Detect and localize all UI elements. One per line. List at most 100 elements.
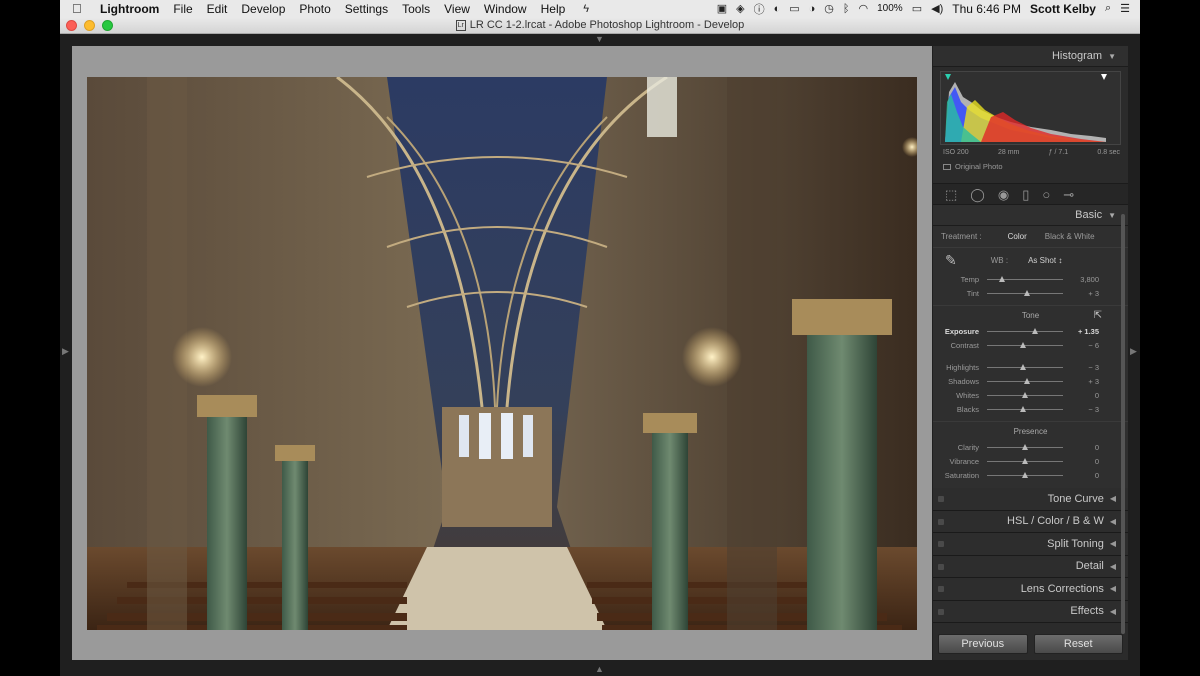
tone-curve-toggle-switch[interactable] bbox=[938, 496, 944, 502]
clock[interactable]: Thu 6:46 PM bbox=[952, 2, 1021, 16]
menu-develop[interactable]: Develop bbox=[241, 2, 285, 16]
crop-tool-icon[interactable]: ⬚ bbox=[945, 188, 957, 201]
graduated-filter-icon[interactable]: ▯ bbox=[1022, 188, 1029, 201]
radial-filter-icon[interactable]: ○ bbox=[1042, 188, 1050, 201]
dropbox-icon[interactable]: ◈ bbox=[736, 2, 744, 15]
menu-tools[interactable]: Tools bbox=[402, 2, 430, 16]
panel-scrollbar[interactable] bbox=[1121, 214, 1125, 634]
previous-button[interactable]: Previous bbox=[938, 634, 1028, 654]
image-canvas[interactable] bbox=[72, 46, 932, 660]
menu-photo[interactable]: Photo bbox=[299, 2, 330, 16]
saturation-slider-knob[interactable] bbox=[1022, 471, 1028, 478]
menu-window[interactable]: Window bbox=[484, 2, 527, 16]
bluetooth-icon[interactable]: ᛒ bbox=[843, 3, 850, 15]
close-window-button[interactable] bbox=[66, 20, 77, 31]
whites-slider-knob[interactable] bbox=[1022, 391, 1028, 398]
expand-triangle-icon[interactable]: ◀ bbox=[1110, 494, 1116, 503]
tint-slider-knob[interactable] bbox=[1023, 289, 1030, 296]
exposure-slider[interactable] bbox=[987, 327, 1063, 334]
highlights-slider-knob[interactable] bbox=[1020, 363, 1027, 370]
whites-slider[interactable] bbox=[987, 391, 1063, 398]
minimize-window-button[interactable] bbox=[84, 20, 95, 31]
bottom-panel-toggle-icon[interactable]: ▲ bbox=[595, 664, 604, 674]
expand-triangle-icon[interactable]: ◀ bbox=[1110, 539, 1116, 548]
temp-value[interactable]: 3,800 bbox=[1067, 275, 1099, 284]
split-toning-toggle-switch[interactable] bbox=[938, 541, 944, 547]
tint-slider[interactable] bbox=[987, 289, 1063, 296]
left-panel-toggle-icon[interactable]: ▶ bbox=[62, 346, 69, 357]
lightning-icon[interactable]: ϟ bbox=[583, 3, 589, 15]
menu-help[interactable]: Help bbox=[541, 2, 566, 16]
saturation-value[interactable]: 0 bbox=[1067, 471, 1099, 480]
highlights-slider[interactable] bbox=[987, 363, 1063, 370]
collapse-triangle-icon[interactable]: ▼ bbox=[1108, 211, 1116, 220]
blacks-slider-knob[interactable] bbox=[1020, 405, 1027, 412]
menu-view[interactable]: View bbox=[444, 2, 470, 16]
right-panel-toggle-icon[interactable]: ▶ bbox=[1130, 346, 1137, 357]
saturation-slider[interactable] bbox=[987, 471, 1063, 478]
treatment-bw-option[interactable]: Black & White bbox=[1045, 232, 1095, 241]
menu-lightroom[interactable]: Lightroom bbox=[100, 2, 159, 16]
lens-corrections-panel-header[interactable]: Lens Corrections ◀ bbox=[933, 578, 1128, 601]
exposure-value[interactable]: + 1.35 bbox=[1067, 327, 1099, 336]
evernote-icon[interactable]: ◐ bbox=[774, 3, 781, 15]
battery-icon[interactable]: ▭ bbox=[912, 2, 922, 15]
effects-toggle-switch[interactable] bbox=[938, 608, 944, 615]
vibrance-value[interactable]: 0 bbox=[1067, 457, 1099, 466]
info-icon[interactable]: ⓘ bbox=[754, 1, 765, 17]
wifi-icon[interactable]: ◠ bbox=[859, 2, 869, 15]
shadows-slider[interactable] bbox=[987, 377, 1063, 384]
notification-center-icon[interactable]: ☰ bbox=[1120, 2, 1130, 15]
menu-edit[interactable]: Edit bbox=[207, 2, 228, 16]
screen-icon[interactable]: ▭ bbox=[789, 2, 799, 15]
contrast-slider[interactable] bbox=[987, 341, 1063, 348]
split-toning-panel-header[interactable]: Split Toning ◀ bbox=[933, 533, 1128, 556]
clarity-slider[interactable] bbox=[987, 443, 1063, 450]
spot-removal-tool-icon[interactable]: ◯ bbox=[970, 188, 985, 201]
treatment-color-option[interactable]: Color bbox=[1008, 232, 1027, 241]
menu-settings[interactable]: Settings bbox=[345, 2, 388, 16]
adjustment-brush-icon[interactable]: ⊸ bbox=[1063, 188, 1074, 201]
wb-select[interactable]: As Shot ↕ bbox=[1028, 256, 1062, 265]
tone-curve-panel-header[interactable]: Tone Curve ◀ bbox=[933, 488, 1128, 511]
clarity-slider-knob[interactable] bbox=[1022, 443, 1028, 450]
hsl-toggle-switch[interactable] bbox=[938, 518, 944, 525]
collapse-triangle-icon[interactable]: ▼ bbox=[1108, 52, 1116, 61]
expand-triangle-icon[interactable]: ◀ bbox=[1110, 607, 1116, 616]
histogram-panel-header[interactable]: Histogram ▼ bbox=[933, 46, 1128, 67]
exposure-slider-knob[interactable] bbox=[1031, 327, 1038, 334]
vibrance-slider-knob[interactable] bbox=[1022, 457, 1028, 464]
shadows-value[interactable]: + 3 bbox=[1067, 377, 1099, 386]
expand-triangle-icon[interactable]: ◀ bbox=[1110, 517, 1116, 526]
expand-triangle-icon[interactable]: ◀ bbox=[1110, 584, 1116, 593]
expand-triangle-icon[interactable]: ◀ bbox=[1110, 562, 1116, 571]
tint-value[interactable]: + 3 bbox=[1067, 289, 1099, 298]
battery-percent[interactable]: 100% bbox=[877, 3, 903, 14]
volume-alt-icon[interactable]: ◑ bbox=[809, 3, 816, 15]
user-name[interactable]: Scott Kelby bbox=[1030, 2, 1096, 16]
reset-button[interactable]: Reset bbox=[1033, 634, 1123, 654]
highlights-value[interactable]: − 3 bbox=[1067, 363, 1099, 372]
detail-panel-header[interactable]: Detail ◀ bbox=[933, 555, 1128, 578]
top-panel-toggle-icon[interactable]: ▼ bbox=[595, 34, 604, 44]
menu-file[interactable]: File bbox=[173, 2, 192, 16]
contrast-value[interactable]: − 6 bbox=[1067, 341, 1099, 350]
vibrance-slider[interactable] bbox=[987, 457, 1063, 464]
detail-toggle-switch[interactable] bbox=[938, 563, 944, 570]
temp-slider-knob[interactable] bbox=[999, 275, 1006, 282]
histogram-graph[interactable] bbox=[940, 71, 1121, 145]
lens-corrections-toggle-switch[interactable] bbox=[938, 586, 944, 592]
clarity-value[interactable]: 0 bbox=[1067, 443, 1099, 452]
speaker-icon[interactable]: ◀) bbox=[931, 2, 943, 15]
effects-panel-header[interactable]: Effects ◀ bbox=[933, 600, 1128, 623]
spotlight-search-icon[interactable]: ⌕ bbox=[1105, 2, 1111, 15]
whites-value[interactable]: 0 bbox=[1067, 391, 1099, 400]
time-machine-icon[interactable]: ◷ bbox=[824, 2, 834, 15]
hsl-panel-header[interactable]: HSL / Color / B & W ◀ bbox=[933, 510, 1128, 533]
red-eye-tool-icon[interactable]: ◉ bbox=[998, 188, 1009, 201]
blacks-value[interactable]: − 3 bbox=[1067, 405, 1099, 414]
wb-eyedropper-icon[interactable]: ✎ bbox=[945, 252, 957, 269]
contrast-slider-knob[interactable] bbox=[1019, 341, 1026, 348]
temp-slider[interactable] bbox=[987, 275, 1063, 282]
original-photo-toggle[interactable]: Original Photo bbox=[933, 156, 1128, 171]
